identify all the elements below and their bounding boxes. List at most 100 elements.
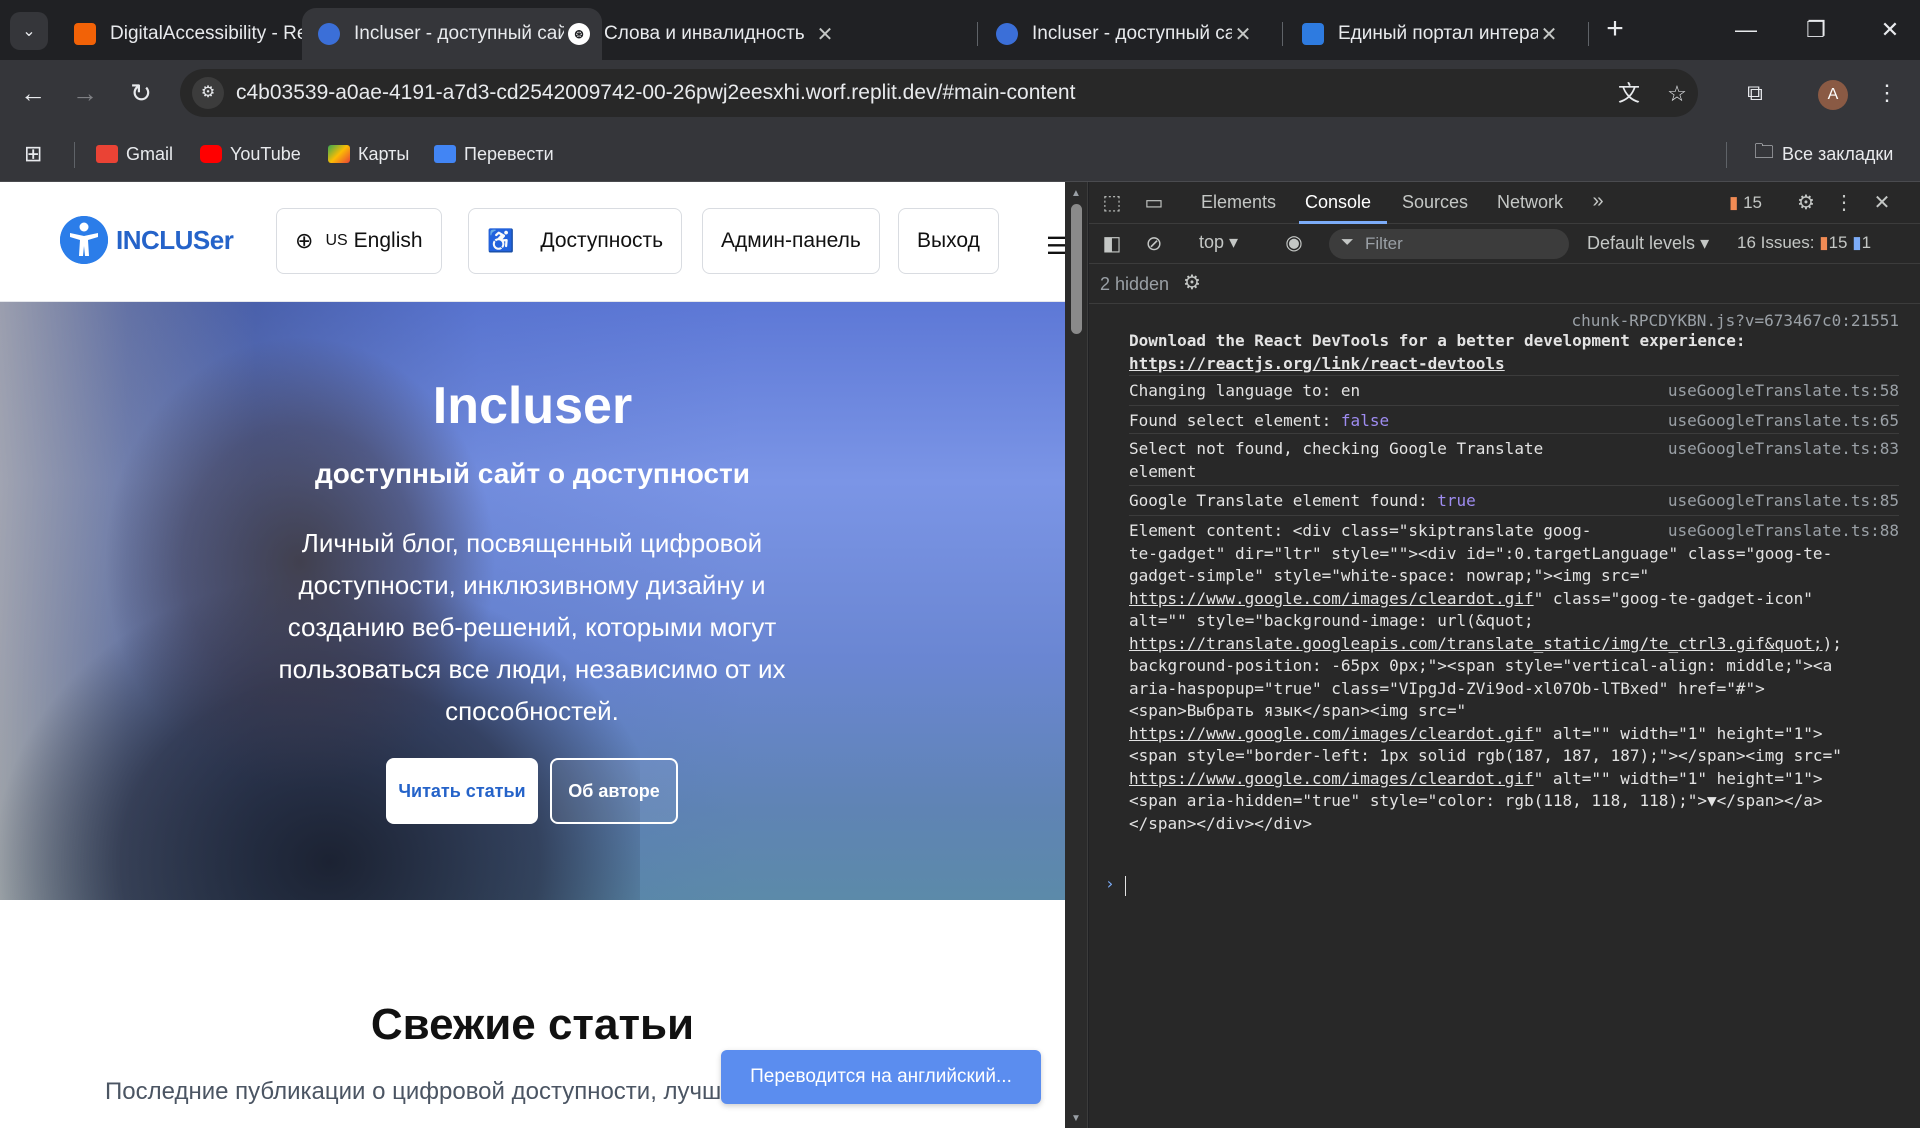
tab-sources[interactable]: Sources — [1402, 192, 1468, 213]
message-source[interactable]: useGoogleTranslate.ts:58 — [1668, 380, 1899, 403]
logo-text: INCLUSer — [116, 224, 234, 255]
message-link[interactable]: https://reactjs.org/link/react-devtools — [1129, 354, 1505, 373]
tab-elements[interactable]: Elements — [1201, 192, 1276, 213]
site-logo[interactable]: INCLUSer — [60, 216, 234, 264]
hero-description: Личный блог, посвященный цифровой доступ… — [278, 528, 786, 726]
browser-window: ⌄ DigitalAccessibility - Repl ✕ Incluser… — [0, 0, 1920, 1128]
filter-input[interactable] — [1365, 233, 1555, 255]
close-icon[interactable]: ✕ — [1232, 22, 1254, 47]
bookmark-translate[interactable]: Перевести — [434, 138, 554, 170]
browser-toolbar: ← → ↻ ⚙ c4b03539-a0ae-4191-a7d3-cd254200… — [0, 60, 1920, 126]
issues-badge[interactable]: ▮ 15 — [1729, 193, 1762, 213]
page-scrollbar[interactable]: ▲ ▼ — [1065, 182, 1088, 1128]
log-levels-select[interactable]: Default levels ▾ — [1587, 233, 1709, 254]
code-line: te-gadget" dir="ltr" style=""><div id=":… — [1129, 543, 1833, 563]
tab-gosuslugi[interactable]: Единый портал интерак ✕ — [1286, 8, 1576, 60]
sidebar-toggle-icon[interactable]: ◧ — [1099, 231, 1125, 256]
star-icon[interactable]: ☆ — [1662, 79, 1692, 109]
code-line: gadget-simple" style="white-space: nowra… — [1129, 566, 1650, 585]
accessibility-button[interactable]: ♿ Доступность — [468, 208, 683, 274]
message-source[interactable]: useGoogleTranslate.ts:65 — [1668, 410, 1899, 433]
apps-grid-icon[interactable]: ⊞ — [24, 138, 42, 170]
context-value: top — [1199, 232, 1225, 252]
levels-value: Default levels — [1587, 233, 1696, 253]
scroll-down-icon[interactable]: ▼ — [1071, 1113, 1081, 1124]
warning-flag-icon: ▮ — [1729, 193, 1739, 212]
gmail-icon — [96, 145, 118, 163]
issues-label: 16 Issues: — [1737, 233, 1815, 252]
globe-icon: ⊕ — [295, 228, 314, 253]
context-select[interactable]: top ▾ — [1199, 232, 1238, 253]
device-toolbar-icon[interactable]: ▭ — [1141, 190, 1167, 215]
console-message: useGoogleTranslate.ts:88 Element content… — [1129, 516, 1899, 833]
console-input[interactable] — [1125, 876, 1126, 896]
forward-icon[interactable]: → — [64, 72, 106, 114]
read-articles-button[interactable]: Читать статьи — [386, 758, 538, 824]
console-filter[interactable]: ⏷ — [1329, 229, 1569, 259]
back-icon[interactable]: ← — [12, 72, 54, 114]
inspect-element-icon[interactable]: ⬚ — [1099, 190, 1125, 215]
tab-search-button[interactable]: ⌄ — [10, 12, 48, 50]
hidden-count: 2 hidden — [1100, 274, 1170, 294]
devtools-tabbar: ⬚ ▭ Elements Console Sources Network » ▮… — [1089, 182, 1920, 224]
bookmark-label: Gmail — [126, 143, 174, 164]
all-bookmarks[interactable]: 🗀 Все закладки — [1754, 138, 1893, 170]
tab-incluser[interactable]: Incluser - доступный сай ✕ — [980, 8, 1270, 60]
chatgpt-icon: ⊛ — [568, 23, 590, 45]
message-source[interactable]: useGoogleTranslate.ts:88 — [1668, 520, 1899, 543]
clear-console-icon[interactable]: ⊘ — [1141, 231, 1167, 256]
bookmark-maps[interactable]: Карты — [328, 138, 409, 170]
devtools-close-icon[interactable]: ✕ — [1869, 190, 1895, 215]
message-label: Found select element: — [1129, 411, 1341, 430]
console-prompt-icon: › — [1105, 874, 1115, 893]
page-viewport: INCLUSer ⊕ US English ♿ Доступность Адми… — [0, 182, 1065, 1128]
extensions-icon[interactable]: ⧉ — [1736, 74, 1774, 112]
close-icon[interactable]: ✕ — [814, 22, 836, 47]
menu-kebab-icon[interactable]: ⋮ — [1868, 74, 1906, 112]
message-label: Google Translate element found: — [1129, 491, 1438, 510]
window-close-icon[interactable]: ✕ — [1862, 10, 1918, 50]
minimize-icon[interactable]: — — [1718, 10, 1774, 50]
about-author-button[interactable]: Об авторе — [550, 758, 678, 824]
code-line: <span>Выбрать язык</span><img src=" — [1129, 701, 1467, 720]
scroll-up-icon[interactable]: ▲ — [1071, 188, 1081, 199]
scroll-thumb[interactable] — [1071, 204, 1082, 334]
language-button[interactable]: ⊕ US English — [276, 208, 442, 274]
tab-network[interactable]: Network — [1497, 192, 1563, 213]
devtools-menu-icon[interactable]: ⋮ — [1831, 190, 1857, 215]
site-info-icon[interactable]: ⚙ — [192, 77, 224, 109]
code-line: alt="" style="background-image: url(&quo… — [1129, 611, 1534, 630]
restore-icon[interactable]: ❐ — [1788, 10, 1844, 50]
new-tab-button[interactable]: + — [1598, 13, 1632, 47]
message-source[interactable]: useGoogleTranslate.ts:83 — [1668, 438, 1899, 461]
hamburger-menu-icon[interactable]: ☰ — [1046, 232, 1065, 261]
address-bar[interactable]: ⚙ c4b03539-a0ae-4191-a7d3-cd2542009742-0… — [180, 69, 1698, 117]
profile-avatar[interactable]: A — [1818, 80, 1848, 110]
translate-page-icon[interactable]: 文 — [1614, 79, 1644, 109]
youtube-icon — [200, 145, 222, 163]
code-link[interactable]: https://www.google.com/images/cleardot.g… — [1129, 724, 1534, 743]
info-count: 1 — [1861, 233, 1872, 252]
tab-words-disability[interactable]: ⊛ Слова и инвалидность ✕ — [552, 8, 852, 60]
code-link[interactable]: https://www.google.com/images/cleardot.g… — [1129, 769, 1534, 788]
url-text[interactable]: c4b03539-a0ae-4191-a7d3-cd2542009742-00-… — [236, 81, 1075, 105]
code-link[interactable]: https://translate.googleapis.com/transla… — [1129, 634, 1823, 653]
message-source[interactable]: useGoogleTranslate.ts:85 — [1668, 490, 1899, 513]
bookmark-youtube[interactable]: YouTube — [200, 138, 301, 170]
eye-icon[interactable]: ◉ — [1281, 230, 1307, 255]
tab-console[interactable]: Console — [1305, 192, 1371, 213]
issues-summary[interactable]: 16 Issues: ▮15 ▮1 — [1737, 233, 1871, 253]
warn-count: 15 — [1828, 233, 1848, 252]
admin-panel-button[interactable]: Админ-панель — [702, 208, 880, 274]
reload-icon[interactable]: ↻ — [120, 72, 162, 114]
logout-button[interactable]: Выход — [898, 208, 999, 274]
devtools-panel: ⬚ ▭ Elements Console Sources Network » ▮… — [1089, 182, 1920, 1128]
message-source[interactable]: chunk-RPCDYKBN.js?v=673467c0:21551 — [1571, 310, 1899, 333]
language-prefix: US — [325, 232, 348, 249]
bookmark-gmail[interactable]: Gmail — [96, 138, 173, 170]
settings-gear-icon[interactable]: ⚙ — [1793, 190, 1819, 215]
close-icon[interactable]: ✕ — [1538, 22, 1560, 47]
code-link[interactable]: https://www.google.com/images/cleardot.g… — [1129, 589, 1534, 608]
console-settings-icon[interactable]: ⚙ — [1183, 270, 1201, 295]
more-tabs-icon[interactable]: » — [1585, 190, 1611, 213]
